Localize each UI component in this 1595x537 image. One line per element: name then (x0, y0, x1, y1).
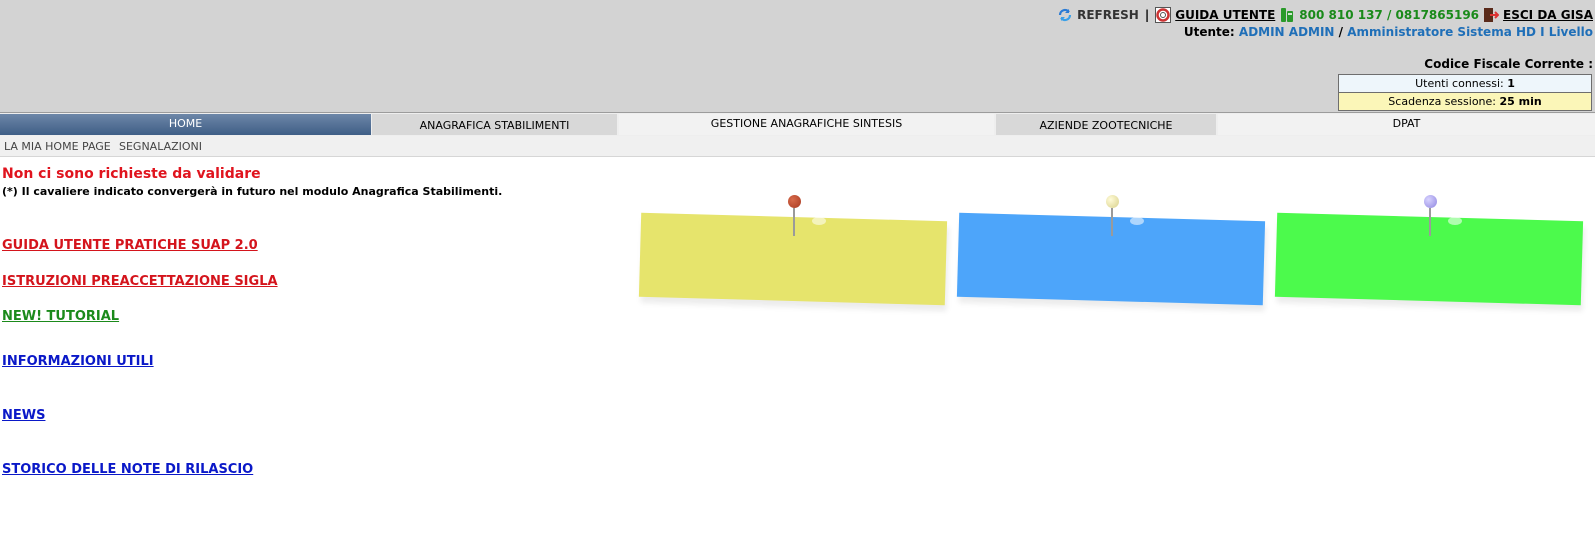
submenu-segnalazioni[interactable]: SEGNALAZIONI (119, 140, 202, 153)
tutorial-link[interactable]: NEW! TUTORIAL (2, 309, 119, 324)
tab-aziende-zootecniche[interactable]: AZIENDE ZOOTECNICHE (996, 114, 1216, 135)
informazioni-utili-link[interactable]: INFORMAZIONI UTILI (2, 354, 154, 369)
tab-home[interactable]: HOME (0, 114, 371, 135)
news-link[interactable]: NEWS (2, 408, 45, 423)
pin-shadow (1130, 217, 1144, 225)
guida-utente-link[interactable]: GUIDA UTENTE (1175, 8, 1275, 22)
exit-icon[interactable] (1483, 7, 1500, 23)
tab-gestione-anagrafiche-sintesis[interactable]: GESTIONE ANAGRAFICHE SINTESIS (619, 114, 994, 135)
storico-note-rilascio-link[interactable]: STORICO DELLE NOTE DI RILASCIO (2, 462, 253, 477)
utenti-value: 1 (1507, 77, 1515, 90)
phone-icon (1279, 7, 1295, 23)
refresh-link[interactable]: REFRESH (1077, 8, 1139, 22)
separator: | (1144, 8, 1150, 22)
codice-fiscale-label: Codice Fiscale Corrente : (1424, 57, 1593, 71)
user-info: Utente: ADMIN ADMIN / Amministratore Sis… (1184, 25, 1593, 39)
lifebuoy-icon[interactable] (1155, 7, 1172, 23)
esci-link[interactable]: ESCI DA GISA (1503, 8, 1593, 22)
cavaliere-note: (*) Il cavaliere indicato convergerà in … (2, 185, 503, 198)
pin-needle (1111, 208, 1113, 236)
pin-red-icon (788, 195, 801, 208)
tab-dpat[interactable]: DPAT (1218, 114, 1595, 135)
validation-message: Non ci sono richieste da validare (2, 166, 261, 182)
pin-purple-icon (1424, 195, 1437, 208)
utenti-connessi-box: Utenti connessi: 1 (1338, 74, 1592, 93)
istruzioni-sigla-link[interactable]: ISTRUZIONI PREACCETTAZIONE SIGLA (2, 274, 278, 289)
main-menu: HOME ANAGRAFICA STABILIMENTI GESTIONE AN… (0, 112, 1595, 136)
pin-shadow (812, 217, 826, 225)
submenu-la-mia-home-page[interactable]: LA MIA HOME PAGE (4, 140, 111, 153)
scadenza-value: 25 min (1499, 95, 1542, 108)
pin-needle (1429, 208, 1431, 236)
user-name: ADMIN ADMIN (1238, 25, 1335, 39)
pin-shadow (1448, 217, 1462, 225)
pin-cream-icon (1106, 195, 1119, 208)
scadenza-sessione-box: Scadenza sessione: 25 min (1338, 92, 1592, 111)
scadenza-label: Scadenza sessione: (1388, 95, 1496, 108)
pin-needle (793, 208, 795, 236)
user-slash: / (1338, 25, 1344, 39)
top-links: REFRESH | GUIDA UTENTE 800 810 137 / 081… (1057, 6, 1593, 24)
user-role: Amministratore Sistema HD I Livello (1347, 25, 1593, 39)
phone-number: 800 810 137 / 0817865196 (1299, 8, 1480, 22)
user-prefix: Utente: (1183, 25, 1235, 39)
utenti-label: Utenti connessi: (1415, 77, 1504, 90)
submenu: LA MIA HOME PAGE SEGNALAZIONI (0, 136, 1595, 157)
refresh-icon[interactable] (1057, 7, 1073, 23)
guida-suap-link[interactable]: GUIDA UTENTE PRATICHE SUAP 2.0 (2, 238, 258, 253)
header-bar: REFRESH | GUIDA UTENTE 800 810 137 / 081… (0, 0, 1595, 112)
tab-anagrafica-stabilimenti[interactable]: ANAGRAFICA STABILIMENTI (372, 114, 617, 135)
